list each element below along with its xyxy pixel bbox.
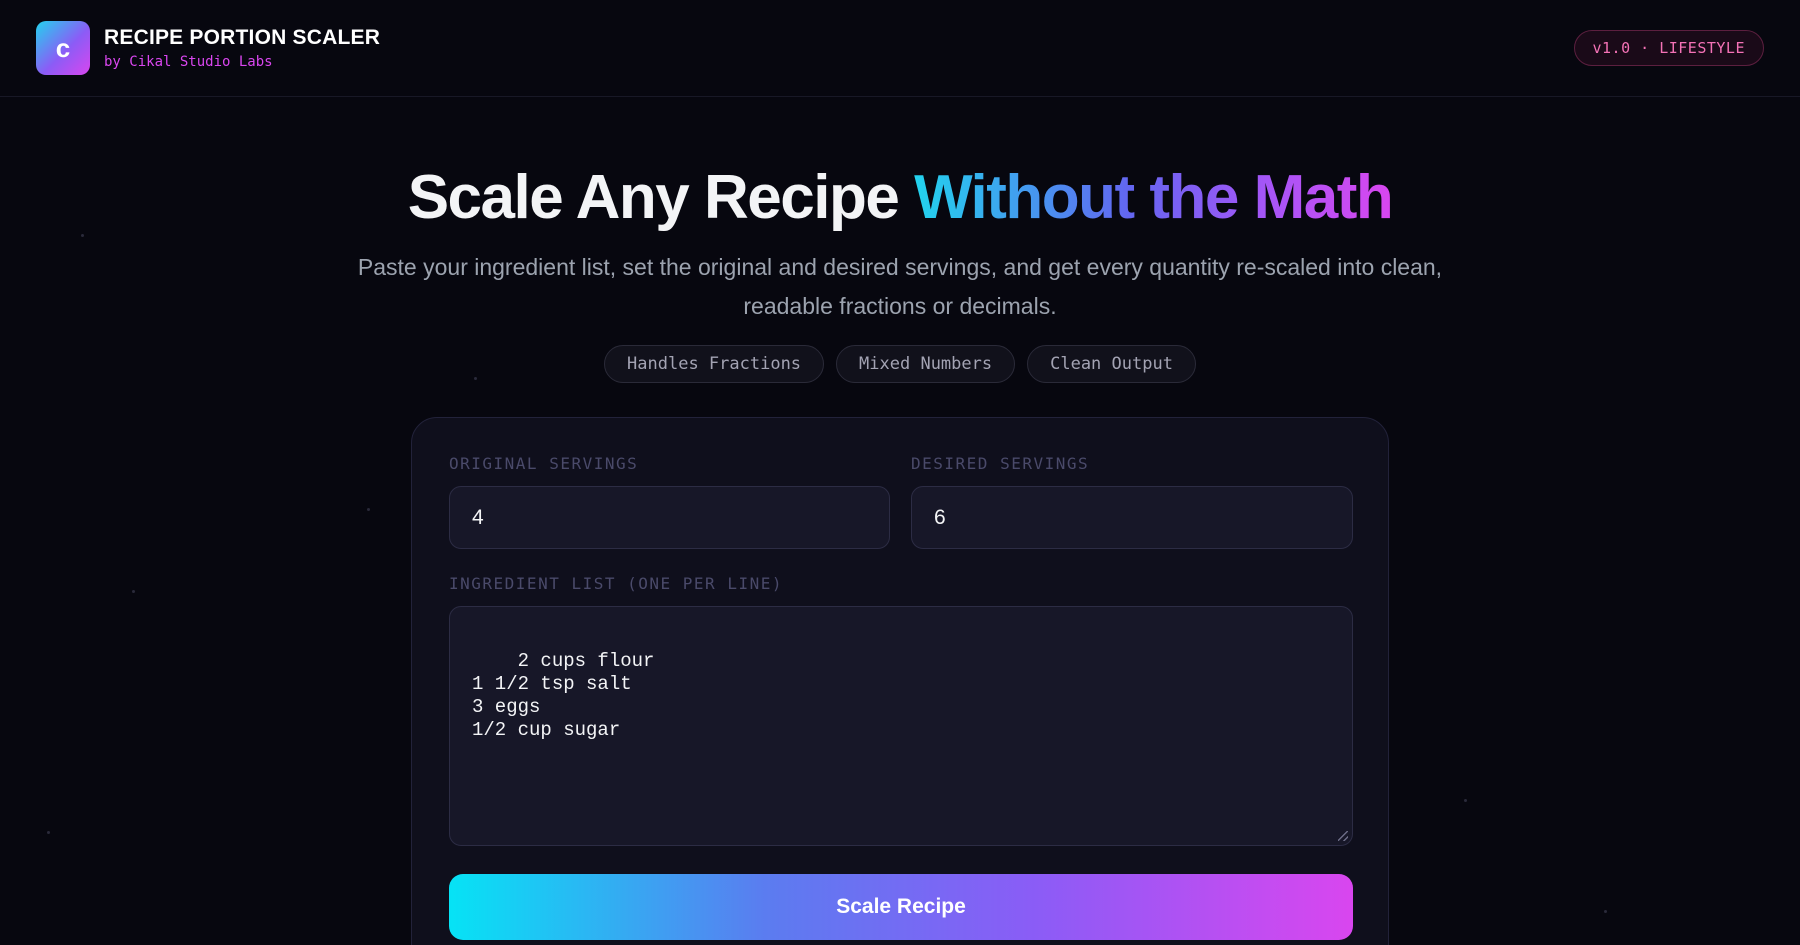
original-servings-label: ORIGINAL SERVINGS xyxy=(449,454,639,473)
chip-handles-fractions: Handles Fractions xyxy=(604,345,825,383)
brand[interactable]: c RECIPE PORTION SCALER by Cikal Studio … xyxy=(36,21,380,75)
app-title: RECIPE PORTION SCALER xyxy=(104,26,381,49)
desired-servings-label: DESIRED SERVINGS xyxy=(911,454,1090,473)
hero-title: Scale Any Recipe Without the Math xyxy=(0,162,1800,233)
ingredient-list-label: INGREDIENT LIST (ONE PER LINE) xyxy=(449,574,783,593)
app-subtitle: by Cikal Studio Labs xyxy=(104,54,273,70)
background-star xyxy=(367,508,370,511)
background-star xyxy=(81,234,84,237)
background-star xyxy=(47,831,50,834)
scale-recipe-button[interactable]: Scale Recipe xyxy=(449,874,1353,940)
background-star xyxy=(1464,799,1467,802)
resize-handle-icon[interactable] xyxy=(1338,831,1348,841)
brand-text: RECIPE PORTION SCALER by Cikal Studio La… xyxy=(104,26,380,70)
feature-chips: Handles Fractions Mixed Numbers Clean Ou… xyxy=(0,345,1800,383)
hero-description: Paste your ingredient list, set the orig… xyxy=(357,254,1443,319)
chip-mixed-numbers: Mixed Numbers xyxy=(836,345,1016,383)
ingredient-list-text: 2 cups flour 1 1/2 tsp salt 3 eggs 1/2 c… xyxy=(472,650,655,741)
chip-clean-output: Clean Output xyxy=(1027,345,1196,383)
scaler-card: ORIGINAL SERVINGS 4 DESIRED SERVINGS 6 I… xyxy=(411,417,1389,945)
ingredient-list-textarea[interactable]: 2 cups flour 1 1/2 tsp salt 3 eggs 1/2 c… xyxy=(449,606,1353,846)
version-badge: v1.0 · LIFESTYLE xyxy=(1573,30,1764,66)
background-star xyxy=(132,590,135,593)
hero-title-gradient: Without the Math xyxy=(914,163,1394,232)
app-logo-icon: c xyxy=(36,21,90,75)
background-star xyxy=(1604,910,1607,913)
top-bar: c RECIPE PORTION SCALER by Cikal Studio … xyxy=(0,0,1800,97)
desired-servings-input[interactable]: 6 xyxy=(911,486,1353,549)
original-servings-input[interactable]: 4 xyxy=(449,486,890,549)
hero-title-plain: Scale Any Recipe xyxy=(407,163,900,232)
